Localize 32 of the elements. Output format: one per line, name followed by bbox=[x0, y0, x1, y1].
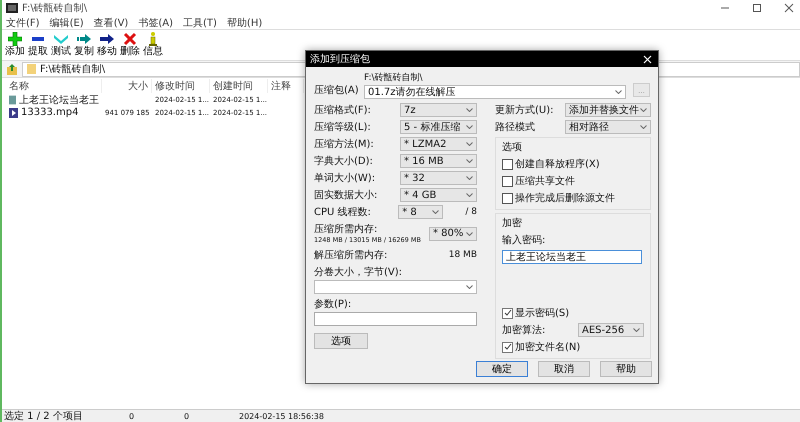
field-label: 压缩包(A) bbox=[314, 84, 360, 97]
group-title: 加密 bbox=[502, 216, 523, 230]
group-title: 选项 bbox=[502, 140, 523, 154]
status-text: 2024-02-15 18:56:38 bbox=[239, 412, 324, 420]
checkbox-label: 操作完成后删除源文件 bbox=[515, 192, 615, 205]
field-label: 加密算法: bbox=[502, 324, 546, 337]
dialog-title: 添加到压缩包 bbox=[310, 52, 370, 66]
field-label: 更新方式(U): bbox=[495, 104, 554, 117]
field-label: 固实数据大小: bbox=[314, 188, 378, 202]
field-label: CPU 线程数: bbox=[314, 206, 372, 219]
checkbox-label: 显示密码(S) bbox=[515, 306, 570, 320]
status-text: 0 bbox=[129, 412, 136, 420]
folder-path: F:\砖甑砖自制\ bbox=[364, 72, 424, 84]
field-label: 压缩所需内存: bbox=[314, 222, 378, 236]
field-label: 压缩等级(L): bbox=[314, 120, 372, 134]
status-text: 选定 1 / 2 个项目 bbox=[3, 410, 84, 422]
field-label: 分卷大小，字节(V): bbox=[314, 266, 404, 279]
field-label: 解压缩所需内存: bbox=[314, 248, 388, 262]
window-title: F:\砖甑砖自制\ bbox=[22, 2, 88, 15]
field-label: 压缩格式(F): bbox=[314, 104, 372, 117]
thread-total: / 8 bbox=[465, 207, 477, 217]
checkbox-label: 压缩共享文件 bbox=[515, 174, 575, 188]
field-label: 字典大小(D): bbox=[314, 154, 374, 168]
checkbox-label: 创建自释放程序(X) bbox=[515, 158, 600, 171]
memory-value: 18 MB bbox=[448, 250, 477, 260]
status-text: 0 bbox=[184, 412, 190, 420]
field-label: 单词大小(W): bbox=[314, 172, 376, 185]
field-label: 输入密码: bbox=[502, 234, 546, 247]
field-label: 参数(P): bbox=[314, 298, 352, 311]
checkbox-label: 加密文件名(N) bbox=[515, 340, 580, 354]
field-label: 路径模式 bbox=[495, 120, 536, 134]
field-label: 压缩方法(M): bbox=[314, 138, 375, 151]
